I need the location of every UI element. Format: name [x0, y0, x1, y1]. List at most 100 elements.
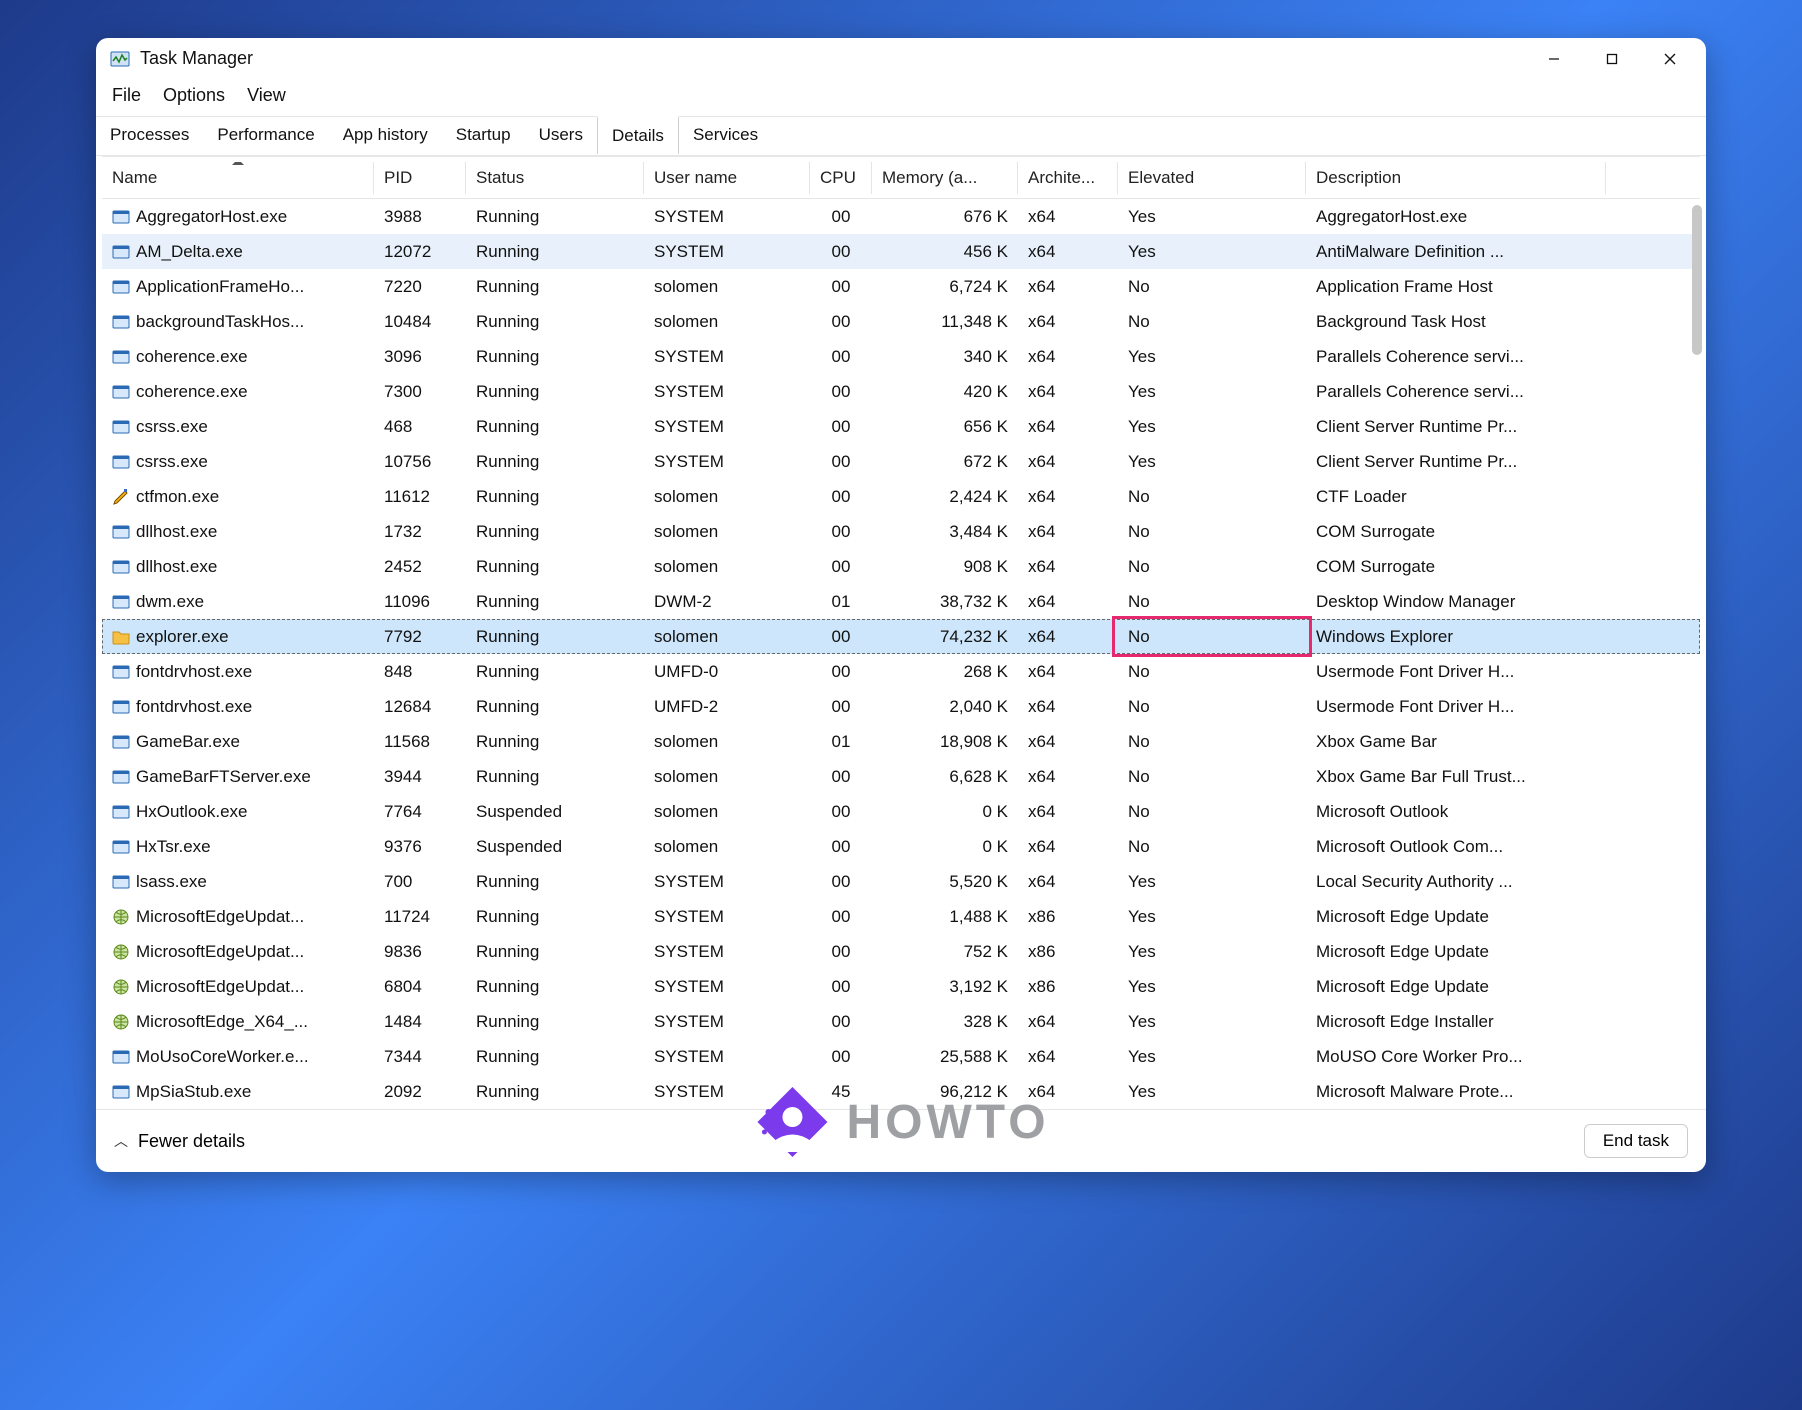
- tab-startup[interactable]: Startup: [442, 117, 525, 155]
- process-name: lsass.exe: [136, 872, 207, 892]
- process-pid: 1732: [374, 520, 466, 544]
- process-arch: x64: [1018, 240, 1118, 264]
- table-row[interactable]: AggregatorHost.exe3988RunningSYSTEM00676…: [102, 199, 1700, 234]
- end-task-button[interactable]: End task: [1584, 1124, 1688, 1158]
- table-row[interactable]: dwm.exe11096RunningDWM-20138,732 Kx64NoD…: [102, 584, 1700, 619]
- process-elevated: No: [1118, 660, 1306, 684]
- process-cpu: 00: [810, 905, 872, 929]
- process-pid: 11096: [374, 590, 466, 614]
- process-user: SYSTEM: [644, 345, 810, 369]
- column-header-user-name[interactable]: User name: [644, 162, 810, 194]
- process-name: ctfmon.exe: [136, 487, 219, 507]
- process-arch: x64: [1018, 1045, 1118, 1069]
- column-header-cpu[interactable]: CPU: [810, 162, 872, 194]
- process-name: MicrosoftEdge_X64_...: [136, 1012, 308, 1032]
- process-elevated: Yes: [1118, 940, 1306, 964]
- process-arch: x64: [1018, 520, 1118, 544]
- fewer-details-link[interactable]: Fewer details: [138, 1131, 245, 1152]
- process-icon: [112, 803, 130, 821]
- process-user: solomen: [644, 625, 810, 649]
- menubar: File Options View: [96, 77, 1706, 116]
- tab-processes[interactable]: Processes: [96, 117, 203, 155]
- tab-users[interactable]: Users: [525, 117, 597, 155]
- table-row[interactable]: MicrosoftEdgeUpdat...6804RunningSYSTEM00…: [102, 969, 1700, 1004]
- process-description: Microsoft Edge Update: [1306, 940, 1606, 964]
- process-elevated: No: [1118, 485, 1306, 509]
- table-row[interactable]: ctfmon.exe11612Runningsolomen002,424 Kx6…: [102, 479, 1700, 514]
- column-header-pid[interactable]: PID: [374, 162, 466, 194]
- table-row[interactable]: GameBar.exe11568Runningsolomen0118,908 K…: [102, 724, 1700, 759]
- process-description: Microsoft Malware Prote...: [1306, 1080, 1606, 1104]
- table-row[interactable]: fontdrvhost.exe848RunningUMFD-000268 Kx6…: [102, 654, 1700, 689]
- table-row[interactable]: lsass.exe700RunningSYSTEM005,520 Kx64Yes…: [102, 864, 1700, 899]
- process-elevated: No: [1118, 695, 1306, 719]
- table-row[interactable]: MpSiaStub.exe2092RunningSYSTEM4596,212 K…: [102, 1074, 1700, 1109]
- column-header-name[interactable]: Name: [102, 162, 374, 194]
- chevron-up-icon[interactable]: ︿: [114, 1131, 128, 1151]
- process-arch: x64: [1018, 590, 1118, 614]
- table-row[interactable]: csrss.exe468RunningSYSTEM00656 Kx64YesCl…: [102, 409, 1700, 444]
- process-status: Running: [466, 660, 644, 684]
- menu-options[interactable]: Options: [163, 85, 225, 106]
- table-row[interactable]: explorer.exe7792Runningsolomen0074,232 K…: [102, 619, 1700, 654]
- table-row[interactable]: backgroundTaskHos...10484Runningsolomen0…: [102, 304, 1700, 339]
- table-row[interactable]: AM_Delta.exe12072RunningSYSTEM00456 Kx64…: [102, 234, 1700, 269]
- close-button[interactable]: [1660, 49, 1680, 69]
- table-row[interactable]: GameBarFTServer.exe3944Runningsolomen006…: [102, 759, 1700, 794]
- process-pid: 7300: [374, 380, 466, 404]
- process-name: dllhost.exe: [136, 522, 217, 542]
- process-name: MicrosoftEdgeUpdat...: [136, 907, 304, 927]
- process-memory: 18,908 K: [872, 730, 1018, 754]
- process-pid: 7344: [374, 1045, 466, 1069]
- process-memory: 38,732 K: [872, 590, 1018, 614]
- process-memory: 1,488 K: [872, 905, 1018, 929]
- table-row[interactable]: coherence.exe3096RunningSYSTEM00340 Kx64…: [102, 339, 1700, 374]
- table-row[interactable]: dllhost.exe1732Runningsolomen003,484 Kx6…: [102, 514, 1700, 549]
- process-pid: 9836: [374, 940, 466, 964]
- table-row[interactable]: MicrosoftEdgeUpdat...9836RunningSYSTEM00…: [102, 934, 1700, 969]
- table-row[interactable]: HxTsr.exe9376Suspendedsolomen000 Kx64NoM…: [102, 829, 1700, 864]
- table-row[interactable]: coherence.exe7300RunningSYSTEM00420 Kx64…: [102, 374, 1700, 409]
- tab-performance[interactable]: Performance: [203, 117, 328, 155]
- menu-view[interactable]: View: [247, 85, 286, 106]
- tab-app-history[interactable]: App history: [329, 117, 442, 155]
- column-header-archite-[interactable]: Archite...: [1018, 162, 1118, 194]
- table-row[interactable]: HxOutlook.exe7764Suspendedsolomen000 Kx6…: [102, 794, 1700, 829]
- tab-details[interactable]: Details: [597, 116, 679, 154]
- process-cpu: 00: [810, 240, 872, 264]
- process-arch: x64: [1018, 450, 1118, 474]
- table-row[interactable]: ApplicationFrameHo...7220Runningsolomen0…: [102, 269, 1700, 304]
- table-row[interactable]: MicrosoftEdgeUpdat...11724RunningSYSTEM0…: [102, 899, 1700, 934]
- process-elevated: Yes: [1118, 380, 1306, 404]
- column-header-status[interactable]: Status: [466, 162, 644, 194]
- table-row[interactable]: csrss.exe10756RunningSYSTEM00672 Kx64Yes…: [102, 444, 1700, 479]
- table-row[interactable]: dllhost.exe2452Runningsolomen00908 Kx64N…: [102, 549, 1700, 584]
- column-header-memory-a-[interactable]: Memory (a...: [872, 162, 1018, 194]
- tab-services[interactable]: Services: [679, 117, 772, 155]
- process-cpu: 00: [810, 450, 872, 474]
- process-elevated: No: [1118, 835, 1306, 859]
- process-memory: 2,040 K: [872, 695, 1018, 719]
- column-header-description[interactable]: Description: [1306, 162, 1606, 194]
- process-status: Suspended: [466, 800, 644, 824]
- process-icon: [112, 383, 130, 401]
- minimize-button[interactable]: [1544, 49, 1564, 69]
- process-arch: x64: [1018, 835, 1118, 859]
- process-arch: x86: [1018, 975, 1118, 999]
- process-icon: [112, 663, 130, 681]
- titlebar[interactable]: Task Manager: [96, 38, 1706, 77]
- scrollbar-vertical[interactable]: [1692, 205, 1702, 355]
- table-row[interactable]: MicrosoftEdge_X64_...1484RunningSYSTEM00…: [102, 1004, 1700, 1039]
- menu-file[interactable]: File: [112, 85, 141, 106]
- process-elevated: Yes: [1118, 1080, 1306, 1104]
- table-row[interactable]: fontdrvhost.exe12684RunningUMFD-2002,040…: [102, 689, 1700, 724]
- process-arch: x64: [1018, 800, 1118, 824]
- maximize-button[interactable]: [1602, 49, 1622, 69]
- column-header-elevated[interactable]: Elevated: [1118, 162, 1306, 194]
- table-header[interactable]: NamePIDStatusUser nameCPUMemory (a...Arc…: [102, 157, 1700, 199]
- table-row[interactable]: MoUsoCoreWorker.e...7344RunningSYSTEM002…: [102, 1039, 1700, 1074]
- process-memory: 676 K: [872, 205, 1018, 229]
- process-elevated: Yes: [1118, 905, 1306, 929]
- process-icon: [112, 593, 130, 611]
- process-memory: 456 K: [872, 240, 1018, 264]
